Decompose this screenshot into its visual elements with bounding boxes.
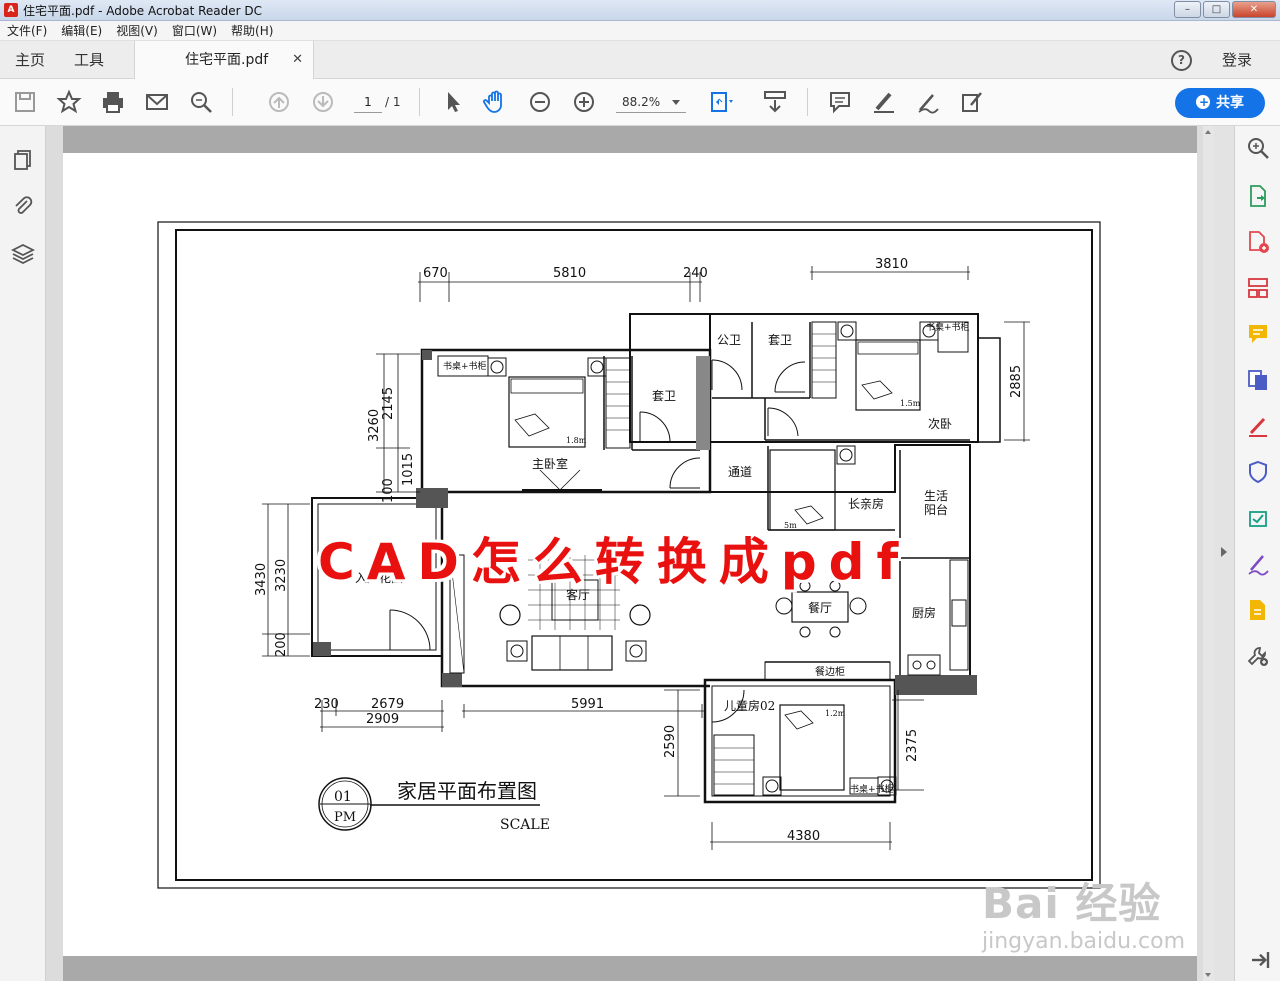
dim-2375: 2375 [905, 729, 920, 762]
badge-code: PM [334, 810, 356, 825]
room-child: 儿童房02 [724, 698, 775, 713]
comment-icon[interactable] [1246, 322, 1270, 346]
label-bed-12: 1.2m [825, 709, 846, 718]
combine-files-icon[interactable] [1246, 368, 1270, 392]
label-sideboard: 餐边柜 [815, 665, 845, 678]
floor-plan-drawing: 670 5810 240 3810 2885 3260 2145 1015 10… [157, 221, 1101, 889]
dim-2679: 2679 [371, 697, 404, 712]
protect-icon[interactable] [1246, 460, 1270, 484]
vertical-scrollbar[interactable] [1203, 126, 1214, 981]
room-kitchen: 厨房 [912, 605, 936, 620]
dim-230: 230 [314, 697, 339, 712]
right-tools-panel [1234, 126, 1280, 981]
watermark-url: jingyan.baidu.com [982, 929, 1186, 954]
room-public-bath: 公卫 [717, 333, 741, 347]
watermark-logo: Bai 经验 [982, 879, 1162, 928]
label-bed-18: 1.8m [566, 436, 587, 445]
scroll-up-icon[interactable] [1205, 130, 1211, 134]
drawing-title: 家居平面布置图 [397, 779, 537, 803]
more-tools-icon[interactable] [1246, 644, 1270, 668]
label-desk-3: 书桌+书柜 [850, 783, 894, 795]
room-corridor: 通道 [728, 465, 752, 479]
dim-4380: 4380 [787, 829, 820, 844]
edit-pdf-icon[interactable] [1246, 598, 1270, 622]
baidu-watermark: Bai 经验 jingyan.baidu.com [982, 870, 1185, 954]
dim-1015: 1015 [401, 453, 416, 486]
dim-3430: 3430 [254, 563, 269, 596]
dim-5810: 5810 [553, 266, 586, 281]
expand-panel-icon[interactable] [1248, 948, 1270, 968]
scroll-down-icon[interactable] [1205, 973, 1211, 977]
dim-3810: 3810 [875, 257, 908, 272]
fill-sign-icon[interactable] [1246, 414, 1270, 438]
create-pdf-icon[interactable] [1246, 230, 1270, 254]
drawing-scale: SCALE [500, 817, 550, 833]
sign-icon[interactable] [1246, 552, 1270, 576]
dim-3230: 3230 [274, 559, 289, 592]
send-for-review-icon[interactable] [1246, 506, 1270, 530]
dim-670: 670 [423, 266, 448, 281]
label-bed-15: 1.5m [900, 399, 921, 408]
organize-pages-icon[interactable] [1246, 276, 1270, 300]
export-pdf-icon[interactable] [1246, 184, 1270, 208]
label-desk-2: 书桌+书柜 [926, 321, 970, 333]
room-master-bedroom: 主卧室 [532, 456, 568, 471]
room-second-bedroom: 次卧 [928, 417, 952, 431]
collapse-right-panel-icon[interactable] [1221, 547, 1227, 557]
overlay-caption: CAD怎么转换成pdf [318, 533, 911, 591]
room-elder: 长亲房 [848, 496, 884, 511]
room-service-balcony-1: 生活 [924, 489, 948, 503]
room-service-balcony-2: 阳台 [924, 502, 948, 517]
room-ensuite-bath-1: 套卫 [768, 333, 792, 347]
dim-2145: 2145 [381, 387, 396, 420]
room-dining: 餐厅 [808, 600, 832, 615]
dim-2885: 2885 [1009, 365, 1024, 398]
dim-2909: 2909 [366, 712, 399, 727]
zoom-icon[interactable] [1246, 136, 1270, 160]
dim-200: 200 [274, 632, 289, 657]
label-desk-1: 书桌+书柜 [443, 360, 487, 372]
dim-100: 100 [381, 478, 396, 503]
dim-3260: 3260 [367, 409, 382, 442]
badge-number: 01 [334, 789, 352, 805]
dim-240: 240 [683, 266, 708, 281]
room-ensuite-bath-2: 套卫 [652, 389, 676, 403]
dim-2590: 2590 [663, 725, 678, 758]
dim-5991: 5991 [571, 697, 604, 712]
